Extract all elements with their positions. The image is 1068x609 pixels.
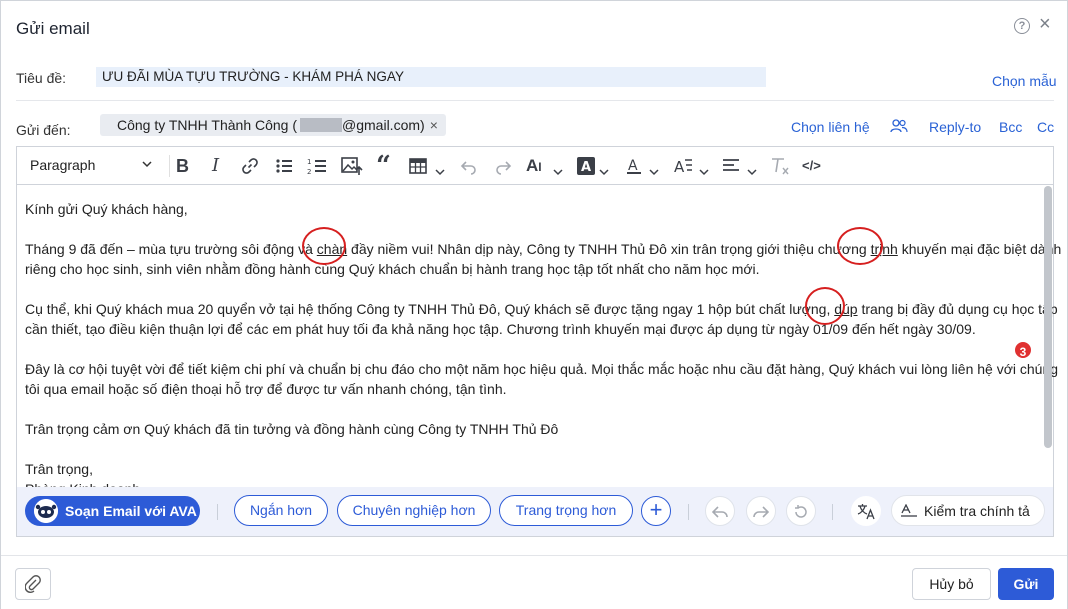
body-paragraph: cần thiết, tạo điều kiện thuận lợi để cá… bbox=[25, 321, 976, 337]
forward-arrow-icon bbox=[753, 506, 770, 518]
dialog-footer: Hủy bỏ Gửi bbox=[1, 555, 1067, 609]
translate-icon bbox=[857, 504, 875, 520]
redo-icon[interactable] bbox=[494, 156, 512, 176]
cancel-button[interactable]: Hủy bỏ bbox=[912, 568, 991, 600]
font-size-icon[interactable]: AI bbox=[526, 156, 542, 176]
chevron-down-icon[interactable] bbox=[553, 162, 563, 182]
recipient-chip[interactable]: Công ty TNHH Thành Công ( @gmail.com) × bbox=[100, 114, 446, 136]
bulleted-list-icon[interactable] bbox=[275, 156, 293, 176]
chevron-down-icon[interactable] bbox=[435, 162, 445, 182]
compose-with-ava-button[interactable]: Soạn Email với AVA bbox=[25, 496, 200, 526]
recipient-chip-prefix: Công ty TNHH Thành Công ( bbox=[117, 117, 298, 133]
bold-icon[interactable]: B bbox=[176, 156, 189, 176]
close-icon[interactable]: × bbox=[1039, 14, 1051, 34]
font-color-icon[interactable]: A bbox=[625, 156, 643, 176]
ai-redo-button[interactable] bbox=[746, 496, 776, 526]
add-option-button[interactable]: + bbox=[641, 496, 671, 526]
contacts-icon[interactable] bbox=[890, 119, 908, 133]
subject-input[interactable]: ƯU ĐÃI MÙA TỰU TRƯỜNG - KHÁM PHÁ NGAY bbox=[96, 67, 766, 87]
subject-divider bbox=[16, 100, 1054, 101]
ai-bar-separator bbox=[217, 504, 218, 520]
svg-text:1: 1 bbox=[307, 158, 311, 166]
svg-text:2: 2 bbox=[307, 168, 311, 176]
numbered-list-icon[interactable]: 1 2 bbox=[307, 156, 327, 176]
chip-remove-icon[interactable]: × bbox=[430, 114, 438, 136]
spelling-error-count-badge: 3 bbox=[1013, 340, 1033, 360]
subject-label: Tiêu đề: bbox=[16, 70, 67, 86]
cc-link[interactable]: Cc bbox=[1037, 119, 1054, 135]
chevron-down-icon[interactable] bbox=[649, 162, 659, 182]
table-icon[interactable] bbox=[409, 156, 427, 176]
undo-icon[interactable] bbox=[460, 156, 478, 176]
clear-formatting-icon[interactable] bbox=[770, 156, 790, 176]
body-paragraph: Tháng 9 đã đến – mùa tựu trường sôi động… bbox=[25, 241, 1062, 257]
reply-to-link[interactable]: Reply-to bbox=[929, 119, 981, 135]
editor-toolbar: Paragraph B I 1 2 “ AI A A A </> bbox=[17, 147, 1053, 185]
choose-contact-link[interactable]: Chọn liên hệ bbox=[791, 119, 870, 135]
help-icon[interactable]: ? bbox=[1014, 18, 1030, 34]
blockquote-icon[interactable]: “ bbox=[376, 153, 391, 179]
chevron-down-icon[interactable] bbox=[699, 162, 709, 182]
svg-text:A: A bbox=[581, 160, 591, 175]
toolbar-separator bbox=[169, 155, 170, 177]
shorter-button[interactable]: Ngắn hơn bbox=[234, 495, 328, 526]
chevron-down-icon[interactable] bbox=[141, 158, 153, 170]
bcc-link[interactable]: Bcc bbox=[999, 119, 1022, 135]
align-icon[interactable] bbox=[722, 156, 740, 176]
editor-scrollbar[interactable] bbox=[1044, 186, 1052, 448]
svg-text:A: A bbox=[674, 158, 685, 176]
body-closing: Trân trọng, bbox=[25, 461, 93, 477]
paperclip-icon bbox=[24, 575, 41, 594]
ai-bar-separator bbox=[832, 504, 833, 520]
dialog-title: Gửi email bbox=[16, 19, 90, 38]
body-greeting: Kính gửi Quý khách hàng, bbox=[25, 201, 188, 217]
italic-icon[interactable]: I bbox=[212, 156, 219, 176]
ai-assist-bar: Soạn Email với AVA Ngắn hơn Chuyên nghiệ… bbox=[17, 487, 1053, 536]
ai-bar-separator bbox=[688, 504, 689, 520]
body-paragraph: riêng cho học sinh, sinh viên nhằm đồng … bbox=[25, 261, 760, 277]
chevron-down-icon[interactable] bbox=[747, 162, 757, 182]
chevron-down-icon[interactable] bbox=[599, 162, 609, 182]
choose-template-link[interactable]: Chọn mẫu bbox=[992, 73, 1057, 89]
attach-file-button[interactable] bbox=[15, 568, 51, 600]
translate-button[interactable] bbox=[851, 496, 881, 526]
spellcheck-icon bbox=[901, 504, 917, 517]
link-icon[interactable] bbox=[241, 156, 259, 176]
recipient-chip-suffix: @gmail.com) bbox=[342, 117, 425, 133]
refresh-icon bbox=[795, 505, 807, 518]
spellcheck-button[interactable]: Kiểm tra chính tả bbox=[891, 495, 1045, 526]
ava-robot-icon bbox=[34, 499, 58, 523]
recipient-label: Gửi đến: bbox=[16, 122, 71, 138]
paragraph-select[interactable]: Paragraph bbox=[30, 157, 95, 173]
send-email-dialog: Gửi email ? × Tiêu đề: ƯU ĐÃI MÙA TỰU TR… bbox=[0, 0, 1068, 609]
body-paragraph: Cụ thể, khi Quý khách mua 20 quyển vở tạ… bbox=[25, 301, 1058, 317]
more-professional-button[interactable]: Chuyên nghiệp hơn bbox=[337, 495, 491, 526]
send-button[interactable]: Gửi bbox=[998, 568, 1054, 600]
source-code-icon[interactable]: </> bbox=[802, 156, 821, 176]
background-color-icon[interactable]: A bbox=[577, 156, 595, 176]
ai-undo-button[interactable] bbox=[705, 496, 735, 526]
body-paragraph: Trân trọng cảm ơn Quý khách đã tin tưởng… bbox=[25, 421, 559, 437]
email-body[interactable]: Kính gửi Quý khách hàng, Tháng 9 đã đến … bbox=[25, 199, 1062, 499]
body-paragraph: tôi qua email hoặc số điện thoại hỗ trợ … bbox=[25, 381, 507, 397]
more-formal-button[interactable]: Trang trọng hơn bbox=[499, 495, 633, 526]
ava-button-label: Soạn Email với AVA bbox=[65, 503, 197, 519]
body-paragraph: Đây là cơ hội tuyệt vời để tiết kiệm chi… bbox=[25, 361, 1059, 377]
spellcheck-label: Kiểm tra chính tả bbox=[924, 503, 1030, 519]
text-style-icon[interactable]: A bbox=[673, 156, 693, 176]
error-highlight-circle bbox=[837, 227, 883, 265]
reply-arrow-icon bbox=[711, 506, 728, 518]
error-highlight-circle bbox=[302, 227, 346, 265]
ai-refresh-button[interactable] bbox=[786, 496, 816, 526]
redacted-email-block bbox=[300, 118, 343, 132]
error-highlight-circle bbox=[805, 287, 845, 325]
email-editor: Paragraph B I 1 2 “ AI A A A </> Kính gử… bbox=[16, 146, 1062, 537]
svg-text:A: A bbox=[628, 158, 638, 174]
insert-image-icon[interactable] bbox=[341, 156, 363, 176]
